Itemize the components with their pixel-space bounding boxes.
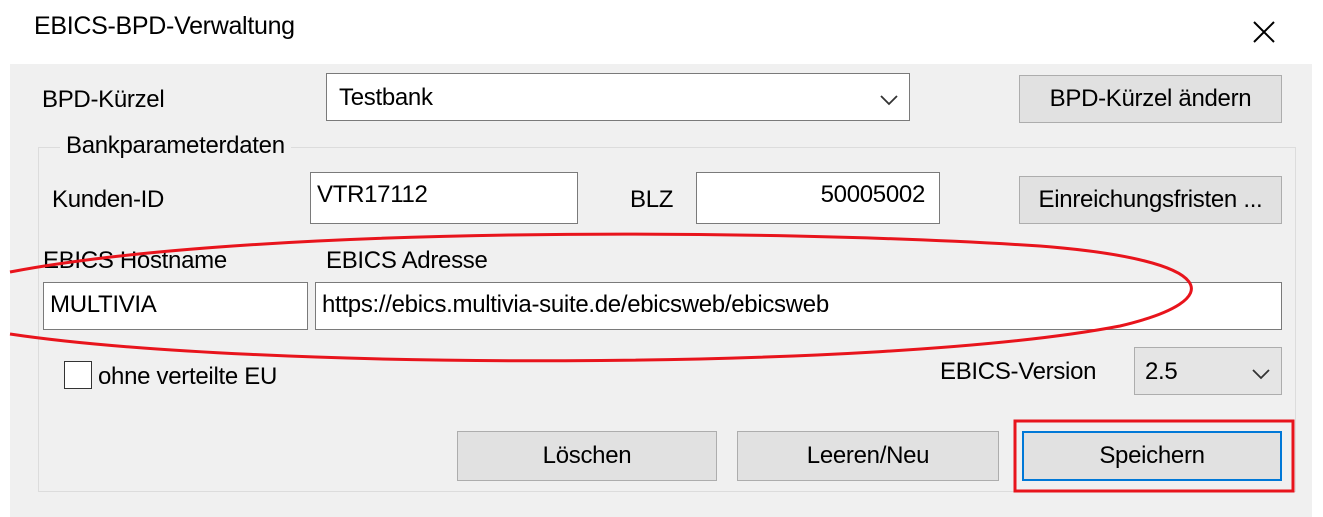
address-label: EBICS Adresse (326, 247, 488, 274)
bpd-select[interactable]: Testbank (326, 73, 910, 121)
save-button[interactable]: Speichern (1022, 431, 1282, 481)
group-legend: Bankparameterdaten (60, 132, 291, 160)
distributed-eu-label: ohne verteilte EU (98, 363, 278, 390)
window-right-edge (1312, 0, 1323, 517)
chevron-down-icon (880, 95, 898, 106)
chevron-down-icon (1252, 369, 1270, 380)
customer-id-field[interactable]: VTR17112 (310, 172, 578, 224)
close-icon (1253, 21, 1275, 43)
hostname-field[interactable]: MULTIVIA (43, 282, 308, 330)
clear-new-button[interactable]: Leeren/Neu (737, 431, 999, 481)
delete-button[interactable]: Löschen (457, 431, 717, 481)
hostname-value: MULTIVIA (50, 291, 157, 318)
bpd-selected-value: Testbank (339, 84, 433, 111)
blz-value: 50005002 (820, 181, 926, 208)
title-bar: EBICS-BPD-Verwaltung (10, 0, 1312, 64)
ebics-version-value: 2.5 (1145, 358, 1178, 385)
distributed-eu-checkbox[interactable] (64, 361, 92, 389)
close-button[interactable] (1216, 0, 1312, 64)
window-left-edge (0, 0, 10, 517)
bpd-label: BPD-Kürzel (42, 86, 165, 113)
window-title: EBICS-BPD-Verwaltung (34, 12, 295, 40)
address-value: https://ebics.multivia-suite.de/ebicsweb… (322, 291, 829, 318)
address-field[interactable]: https://ebics.multivia-suite.de/ebicsweb… (315, 282, 1282, 330)
submission-deadlines-button[interactable]: Einreichungsfristen ... (1019, 176, 1282, 224)
blz-field[interactable]: 50005002 (696, 172, 940, 224)
customer-id-label: Kunden-ID (52, 186, 165, 213)
blz-label: BLZ (630, 186, 674, 213)
customer-id-value: VTR17112 (317, 181, 428, 208)
dialog-window: EBICS-BPD-Verwaltung BPD-Kürzel Testbank… (0, 0, 1323, 517)
change-bpd-button[interactable]: BPD-Kürzel ändern (1019, 75, 1282, 123)
hostname-label: EBICS Hostname (43, 247, 227, 274)
ebics-version-label: EBICS-Version (940, 358, 1097, 385)
ebics-version-select[interactable]: 2.5 (1134, 347, 1282, 395)
